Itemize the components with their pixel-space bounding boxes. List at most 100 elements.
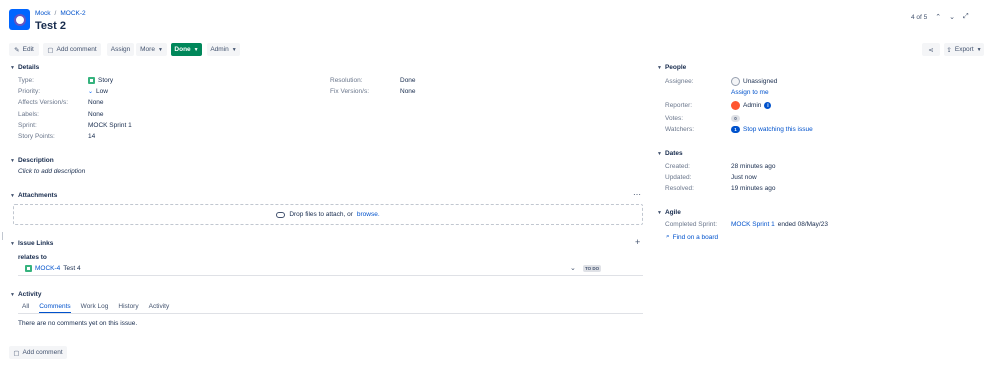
watchers-value[interactable]: 1 Stop watching this issue [731,126,813,133]
edit-button[interactable]: ✎ Edit [9,43,39,56]
issue-links-heading[interactable]: ▼ Issue Links [10,240,53,247]
add-comment-bottom-label: Add comment [22,349,63,356]
status-label: Done [174,46,191,53]
description-placeholder[interactable]: Click to add description [18,168,85,175]
created-label: Created: [665,163,690,170]
priority-value: ⌄ Low [88,88,108,95]
people-heading[interactable]: ▼ People [657,64,686,71]
admin-button[interactable]: Admin ▼ [207,43,240,56]
breadcrumb-issue[interactable]: MOCK-2 [60,10,85,17]
attachments-heading[interactable]: ▼ Attachments [10,192,57,199]
more-options-icon[interactable]: ⋯ [633,190,641,199]
priority-label: Priority: [18,88,41,95]
watchers-count: 1 [731,126,740,133]
story-points-value[interactable]: 14 [88,133,95,140]
link-relation: relates to [18,254,47,261]
breadcrumb-project[interactable]: Mock [35,10,51,17]
no-comments-text: There are no comments yet on this issue. [18,320,138,327]
votes-label: Votes: [665,115,684,122]
sprint-value: MOCK Sprint 1 [88,122,132,129]
linked-issue-key[interactable]: MOCK-4 [35,265,60,272]
more-label: More [140,46,155,53]
issue-pager: 4 of 5 ⌃ ⌄ ⤢ [911,13,969,21]
sprint-ended: ended 08/May/23 [777,221,828,228]
labels-label: Labels: [18,111,39,118]
votes-value[interactable]: 0 [731,115,740,122]
assign-button[interactable]: Assign [107,43,134,56]
fix-version-value[interactable]: None [400,88,416,95]
chevron-down-icon[interactable]: ⌄ [949,13,955,21]
sprint-link[interactable]: MOCK Sprint 1 [731,221,775,228]
resolved-value: 19 minutes ago [731,185,776,192]
resolved-label: Resolved: [665,185,694,192]
avatar [731,101,740,110]
priority-low-icon: ⌄ [88,89,94,95]
add-comment-button[interactable]: ▢ Add comment [43,43,101,56]
issue-title[interactable]: Test 2 [35,20,66,32]
chevron-up-icon[interactable]: ⌃ [935,13,941,21]
find-on-board[interactable]: ⌕ Find on a board [666,233,718,241]
expand-icon[interactable]: ⤢ [963,13,969,21]
export-button[interactable]: ⇪ Export ▼ [944,43,984,56]
agile-heading[interactable]: ▼ Agile [657,209,681,216]
cloud-upload-icon [276,211,286,218]
collapse-icon: ▼ [657,64,662,71]
find-on-board-link[interactable]: Find on a board [673,234,719,241]
tab-activity[interactable]: Activity [149,303,170,313]
resolution-value: Done [400,77,416,84]
add-comment-bottom-button[interactable]: ▢ Add comment [9,346,67,359]
collapse-icon: ▼ [657,150,662,157]
type-text: Story [98,77,114,84]
edit-label: Edit [22,46,34,53]
description-heading[interactable]: ▼ Description [10,157,54,164]
drop-text: Drop files to attach, or [289,211,353,218]
attachments-title: Attachments [17,192,58,199]
project-avatar-icon [13,13,26,26]
chevron-down-icon: ▼ [976,46,982,53]
resize-handle[interactable] [2,232,3,240]
description-title: Description [17,157,54,164]
tab-history[interactable]: History [118,303,138,313]
people-title: People [664,64,687,71]
assignee-value[interactable]: Unassigned [731,77,777,86]
share-button[interactable]: ⋖ [922,43,940,56]
status-button[interactable]: Done ▼ [171,43,202,56]
pencil-icon: ✎ [14,46,20,54]
add-link-icon[interactable]: + [635,237,640,247]
project-avatar[interactable] [9,9,30,30]
collapse-icon: ▼ [657,209,662,216]
labels-value[interactable]: None [88,111,104,118]
details-heading[interactable]: ▼ Details [10,64,39,71]
linked-issue[interactable]: MOCK-4 Test 4 [25,265,81,272]
assign-to-me-link[interactable]: Assign to me [731,89,769,96]
assignee-label: Assignee: [665,78,694,85]
updated-value: Just now [731,174,757,181]
chevron-down-icon: ▼ [231,46,237,53]
browse-link[interactable]: browse. [357,211,380,218]
priority-low-icon: ⌄ [570,265,576,272]
attachment-dropzone[interactable]: Drop files to attach, or browse. [13,204,643,225]
dates-heading[interactable]: ▼ Dates [657,150,683,157]
info-icon[interactable]: i [764,102,772,109]
tab-work-log[interactable]: Work Log [81,303,109,313]
stop-watching-link[interactable]: Stop watching this issue [743,126,813,133]
divider [18,275,643,276]
divider [18,313,643,314]
type-value: Story [88,77,113,84]
breadcrumb-separator: / [54,10,57,17]
pager-count: 4 of 5 [911,13,928,21]
watchers-label: Watchers: [665,126,695,133]
tab-comments[interactable]: Comments [39,303,71,313]
collapse-icon: ▼ [10,157,15,164]
type-label: Type: [18,77,34,84]
more-button[interactable]: More ▼ [136,43,167,56]
tab-all[interactable]: All [22,303,29,313]
collapse-icon: ▼ [10,240,15,247]
collapse-icon: ▼ [10,291,15,298]
activity-heading[interactable]: ▼ Activity [10,291,41,298]
story-icon [25,265,32,272]
reporter-value[interactable]: Admin i [731,101,772,110]
updated-label: Updated: [665,174,692,181]
issue-links-title: Issue Links [17,240,54,247]
comment-icon: ▢ [47,46,54,54]
